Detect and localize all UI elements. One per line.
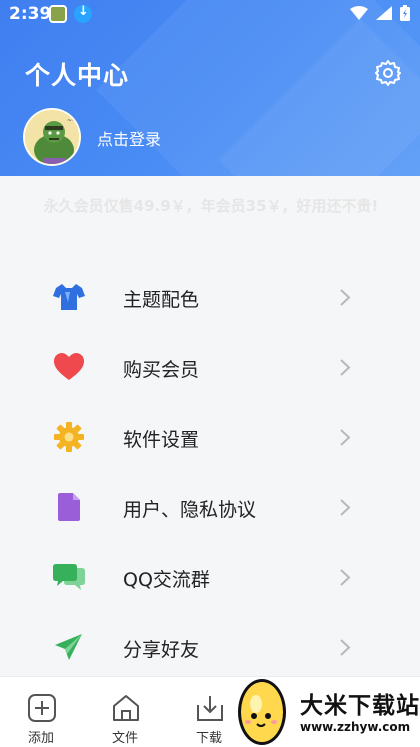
download-icon (197, 696, 223, 721)
menu-item-privacy[interactable]: 用户、隐私协议 (0, 472, 420, 542)
nav-label: 添加 (27, 731, 54, 746)
chevron-right-icon (340, 289, 351, 306)
login-link[interactable]: 点击登录 (97, 126, 161, 150)
hulk-avatar-icon: ~~ (25, 110, 79, 164)
menu-item-label: QQ交流群 (123, 569, 210, 591)
chevron-right-icon (340, 569, 351, 586)
svg-text:~~: ~~ (67, 117, 77, 124)
chat-icon (53, 564, 85, 590)
wifi-icon (350, 6, 368, 20)
add-icon (28, 694, 56, 722)
nav-add-button[interactable]: 添加 (18, 687, 64, 746)
shirt-icon (53, 284, 85, 310)
nav-files-button[interactable]: 文件 (102, 687, 148, 746)
menu-item-label: 分享好友 (123, 639, 200, 661)
menu-item-label: 购买会员 (123, 359, 200, 381)
settings-menu: 主题配色 购买会员 软件设置 用户、隐私协议 QQ交流群 分享好友 (0, 262, 420, 682)
status-bar: 2:39 (0, 0, 420, 28)
chevron-right-icon (340, 429, 351, 446)
status-time: 2:39 (9, 4, 52, 24)
page-title: 个人中心 (25, 61, 130, 90)
document-icon (58, 493, 80, 521)
watermark: 大米下载站 www.zzhyw.com (232, 672, 420, 747)
watermark-title: 大米下载站 (300, 693, 420, 719)
menu-item-label: 用户、隐私协议 (123, 499, 257, 521)
chevron-right-icon (340, 639, 351, 656)
watermark-url: www.zzhyw.com (300, 720, 411, 734)
home-icon (113, 695, 139, 721)
battery-icon (400, 5, 410, 21)
chevron-right-icon (340, 499, 351, 516)
gear-icon (54, 422, 84, 452)
menu-item-label: 软件设置 (123, 429, 200, 451)
send-icon (55, 634, 82, 660)
signal-icon (376, 6, 392, 20)
corn-mascot-icon (238, 679, 286, 745)
menu-item-membership[interactable]: 购买会员 (0, 332, 420, 402)
heart-icon (54, 353, 84, 380)
menu-item-label: 主题配色 (123, 289, 200, 311)
nav-download-button[interactable]: 下载 (186, 687, 232, 746)
chevron-right-icon (340, 359, 351, 376)
app-notification-icon (49, 5, 67, 23)
menu-item-app-settings[interactable]: 软件设置 (0, 402, 420, 472)
menu-item-qq-group[interactable]: QQ交流群 (0, 542, 420, 612)
system-icons (350, 5, 410, 21)
settings-gear-icon[interactable] (374, 59, 402, 87)
nav-label: 文件 (111, 731, 138, 746)
nav-label: 下载 (195, 731, 222, 746)
membership-notice: 永久会员仅售49.9￥，年会员35￥，好用还不贵! (43, 197, 379, 215)
download-notification-icon (74, 4, 92, 23)
menu-item-theme[interactable]: 主题配色 (0, 262, 420, 332)
avatar[interactable]: ~~ (23, 108, 81, 166)
profile-header: 2:39 个人中心 ~~ 点击登录 (0, 0, 420, 176)
